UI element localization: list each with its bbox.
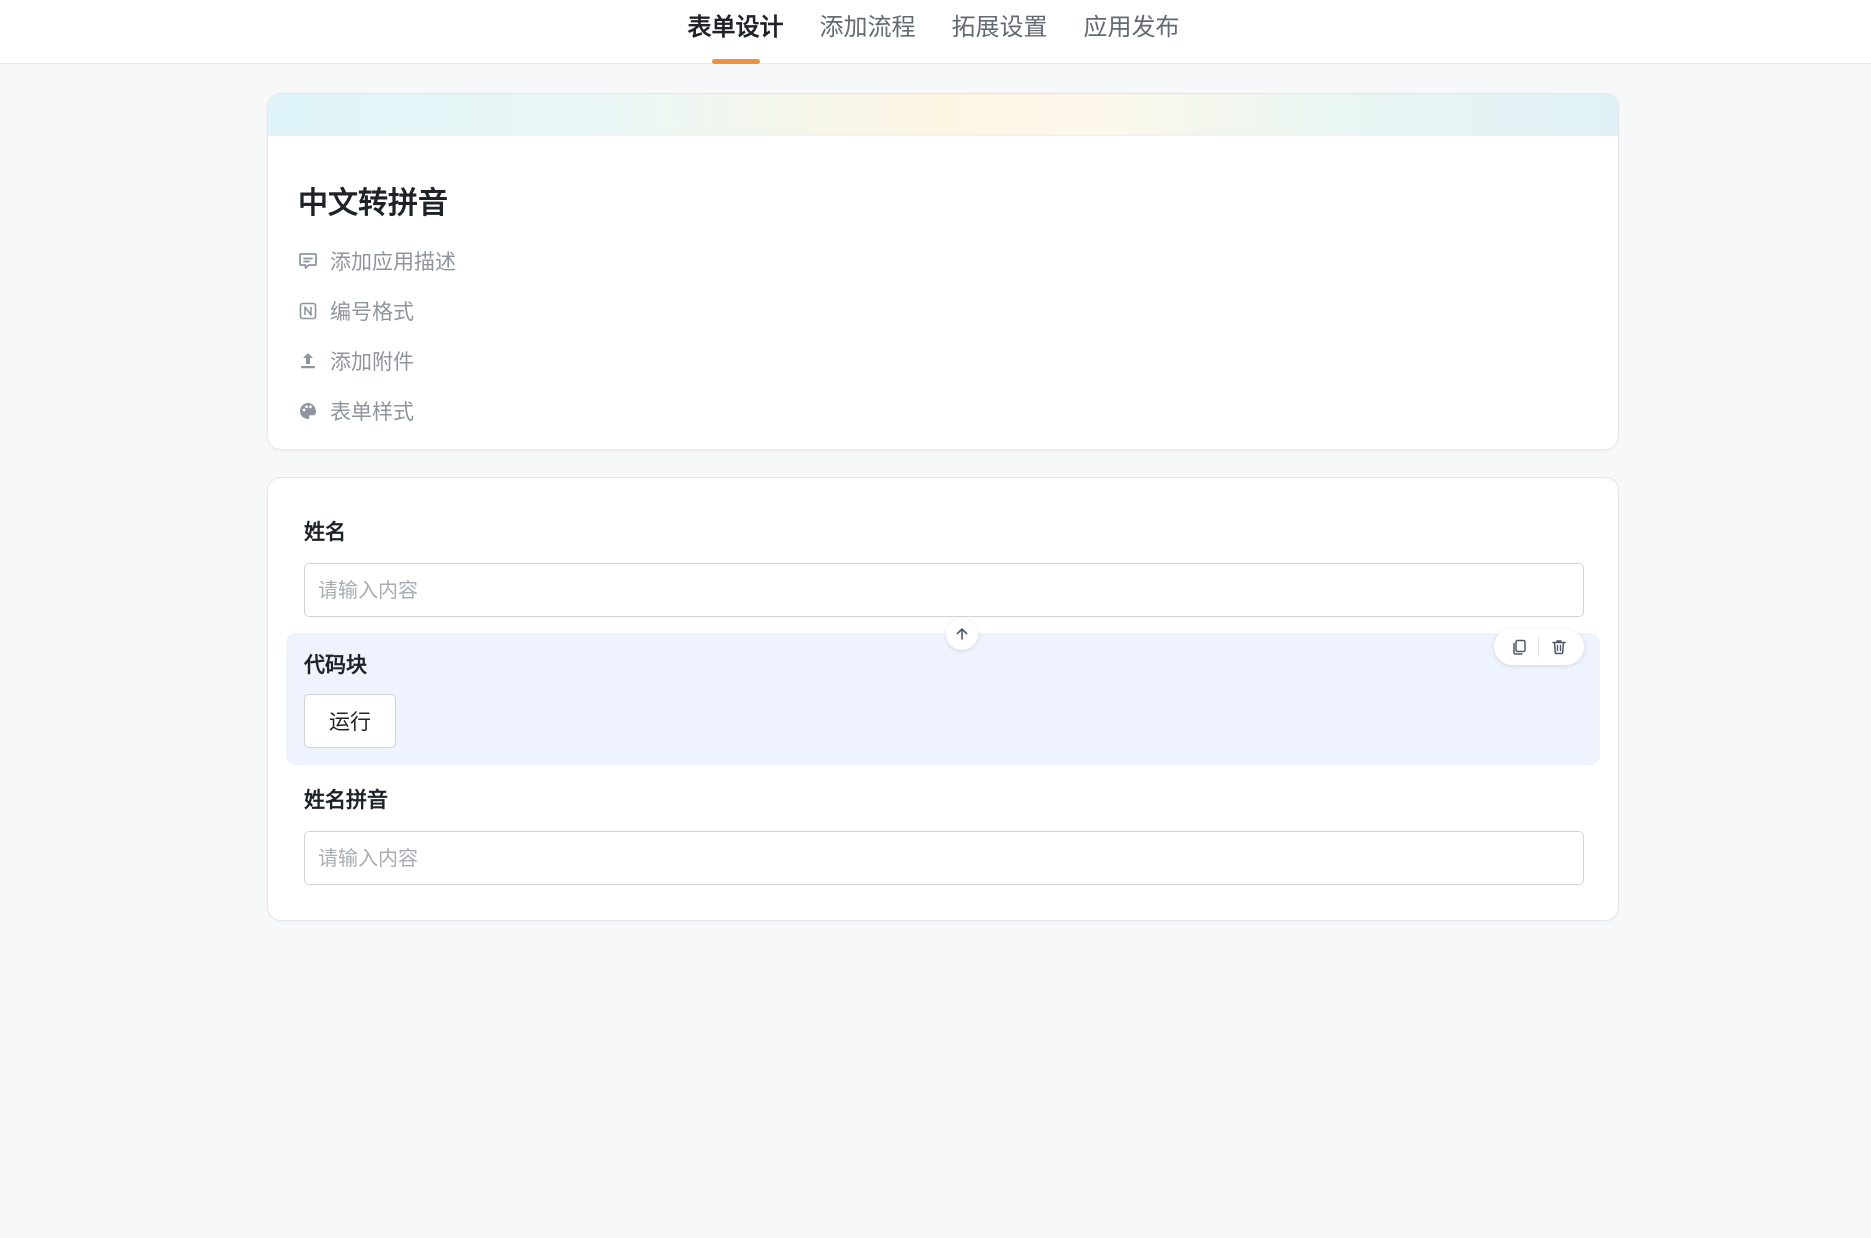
upload-icon: [301, 353, 315, 369]
tab-app-publish[interactable]: 应用发布: [1084, 0, 1180, 64]
form-style-label: 表单样式: [330, 400, 414, 424]
palette-icon: [300, 403, 316, 419]
block-actions: [1494, 629, 1584, 665]
add-description-link[interactable]: 添加应用描述: [298, 236, 456, 286]
number-format-link[interactable]: 编号格式: [298, 286, 456, 336]
move-up-button[interactable]: [946, 618, 978, 650]
field-name-label: 姓名: [304, 520, 346, 544]
run-button[interactable]: 运行: [304, 694, 396, 748]
tab-form-design[interactable]: 表单设计: [688, 0, 784, 64]
tab-extension-settings[interactable]: 拓展设置: [952, 0, 1048, 64]
code-block-label: 代码块: [304, 653, 367, 677]
field-name: 姓名: [304, 517, 1584, 617]
code-block-field[interactable]: 代码块 运行: [286, 618, 1600, 765]
app-title[interactable]: 中文转拼音: [298, 178, 448, 222]
add-attachment-label: 添加附件: [330, 350, 414, 374]
copy-button[interactable]: [1505, 633, 1533, 661]
field-name-pinyin: 姓名拼音: [304, 785, 1584, 885]
app-meta-list: 添加应用描述 编号格式 添加附件 表单样式: [298, 236, 456, 436]
delete-button[interactable]: [1545, 633, 1573, 661]
add-description-label: 添加应用描述: [330, 250, 456, 274]
field-name-pinyin-label: 姓名拼音: [304, 788, 388, 812]
name-pinyin-input[interactable]: [304, 831, 1584, 885]
card-banner: [268, 94, 1618, 136]
arrow-up-icon: [956, 628, 968, 640]
tab-add-process[interactable]: 添加流程: [820, 0, 916, 64]
number-format-icon: [299, 302, 317, 320]
trash-icon: [1552, 640, 1566, 655]
top-tab-bar: 表单设计 添加流程 拓展设置 应用发布: [0, 0, 1871, 64]
number-format-label: 编号格式: [330, 300, 414, 324]
tab-list: 表单设计 添加流程 拓展设置 应用发布: [0, 0, 1871, 64]
app-info-card: 中文转拼音 添加应用描述 编号格式 添加附件 表单样式: [267, 93, 1619, 450]
form-style-link[interactable]: 表单样式: [298, 386, 456, 436]
copy-icon: [1513, 639, 1526, 655]
actions-separator: [1538, 637, 1540, 657]
comment-icon: [299, 253, 317, 269]
form-card: 姓名 代: [267, 477, 1619, 921]
add-attachment-link[interactable]: 添加附件: [298, 336, 456, 386]
name-input[interactable]: [304, 563, 1584, 617]
